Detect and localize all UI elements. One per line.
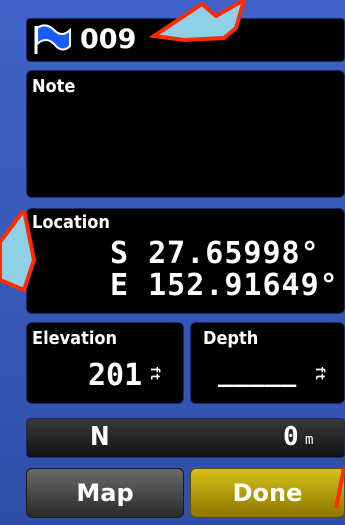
elevation-unit: ft	[148, 366, 162, 381]
proximity-unit: m	[305, 432, 314, 448]
waypoint-name: 009	[80, 24, 137, 55]
location-longitude: E 152.91649°	[110, 268, 339, 303]
proximity-distance: 0	[283, 422, 299, 452]
map-button[interactable]: Map	[26, 468, 184, 518]
annotation-arrow-bottom	[334, 468, 345, 509]
location-latitude: S 27.65998°	[110, 236, 320, 271]
proximity-direction: N	[90, 422, 110, 452]
depth-unit: ft	[313, 366, 327, 381]
location-label: Location	[32, 212, 110, 233]
map-button-label: Map	[76, 479, 134, 507]
done-button-label: Done	[232, 479, 303, 507]
done-button[interactable]: Done	[190, 468, 345, 518]
elevation-label: Elevation	[32, 328, 118, 349]
annotation-arrow-top	[148, 0, 247, 43]
waypoint-screen: 009 Note Location S 27.65998° E 152.9164…	[0, 0, 345, 525]
elevation-value: 201	[88, 358, 143, 393]
waypoint-flag-icon[interactable]	[30, 22, 74, 58]
annotation-arrow-left	[0, 210, 36, 293]
note-label: Note	[32, 76, 76, 97]
depth-value: _____	[218, 358, 297, 388]
depth-label: Depth	[203, 328, 259, 349]
